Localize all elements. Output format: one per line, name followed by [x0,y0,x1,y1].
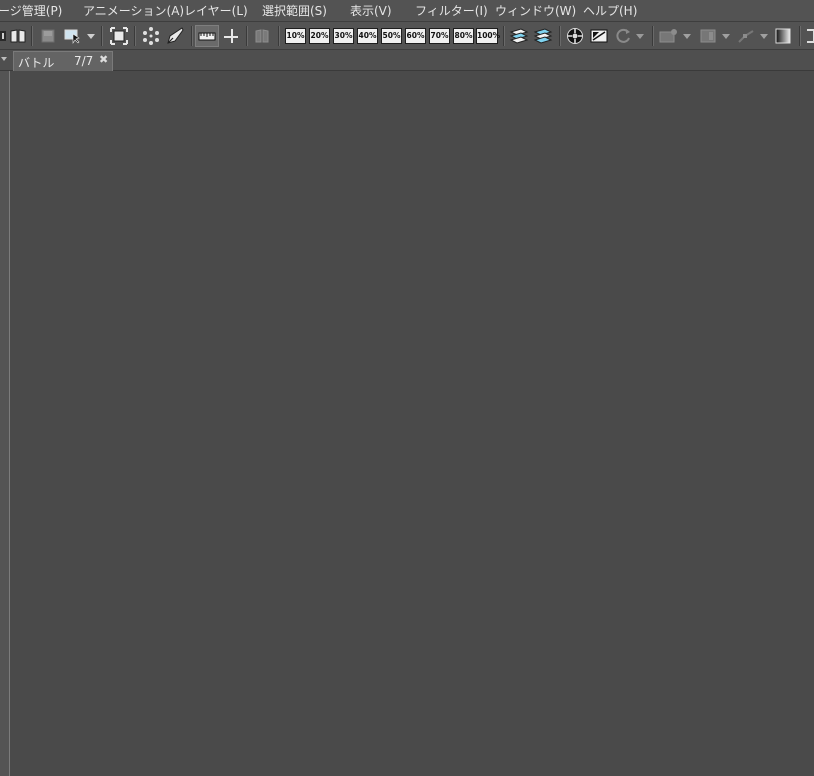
pen-nib-icon[interactable] [164,25,186,47]
menu-page-management[interactable]: ージ管理(P) [0,0,62,22]
document-tab-bar: バトル 7/7 ✖ [0,50,814,71]
menu-help[interactable]: ヘルプ(H) [583,0,637,22]
rotate-dropdown[interactable] [635,25,645,47]
menu-filter[interactable]: フィルター(I) [415,0,488,22]
partial-right-icon[interactable] [804,25,814,47]
grid-corner-icon[interactable] [220,25,242,47]
ruler-toggle-icon[interactable] [195,25,219,47]
menu-layer[interactable]: レイヤー(L) [184,0,248,22]
menu-selection[interactable]: 選択範囲(S) [262,0,327,22]
document-tab-page-count: 7/7 [74,54,94,68]
zoom-30-button[interactable]: 30% [333,28,354,44]
zoom-60-button[interactable]: 60% [405,28,426,44]
close-icon[interactable]: ✖ [99,53,108,66]
menu-window[interactable]: ウィンドウ(W) [495,0,576,22]
material-dropdown[interactable] [682,25,692,47]
menu-animation[interactable]: アニメーション(A) [83,0,184,22]
partial-tool-icon[interactable] [0,25,8,47]
left-panel-edge[interactable] [0,71,10,776]
zoom-10-button[interactable]: 10% [285,28,306,44]
menu-view[interactable]: 表示(V) [350,0,392,22]
rotation-dots-icon[interactable] [140,25,162,47]
zoom-20-button[interactable]: 20% [309,28,330,44]
zoom-80-button[interactable]: 80% [453,28,474,44]
canvas-workspace[interactable] [11,72,814,776]
zoom-40-button[interactable]: 40% [357,28,378,44]
layer-stack-alt-icon[interactable] [532,25,554,47]
material-palette-icon[interactable] [658,25,680,47]
command-bar: 10% 20% 30% 40% 50% 60% 70% 80% 100% [0,22,814,50]
zoom-70-button[interactable]: 70% [429,28,450,44]
document-tab[interactable]: バトル 7/7 ✖ [13,51,113,71]
gradient-panel-icon[interactable] [772,25,794,47]
select-frame-dropdown[interactable] [86,25,96,47]
flip-image-icon[interactable] [588,25,610,47]
select-frame-icon[interactable] [62,25,84,47]
panel-layout-icon[interactable] [697,25,719,47]
book-icon[interactable] [9,25,27,47]
navigator-wheel-icon[interactable] [564,25,586,47]
book-outline-icon[interactable] [252,25,272,47]
fit-to-screen-icon[interactable] [108,25,130,47]
save-icon[interactable] [38,25,58,47]
path-nodes-dropdown[interactable] [759,25,769,47]
document-tab-title: バトル [18,56,55,70]
menu-bar: ージ管理(P) アニメーション(A) レイヤー(L) 選択範囲(S) 表示(V)… [0,0,814,22]
zoom-50-button[interactable]: 50% [381,28,402,44]
panel-layout-dropdown[interactable] [721,25,731,47]
zoom-100-button[interactable]: 100% [476,28,500,44]
layer-stack-icon[interactable] [508,25,530,47]
rotate-reset-icon[interactable] [612,25,634,47]
path-nodes-icon[interactable] [735,25,757,47]
tab-list-dropdown-icon[interactable] [0,56,8,62]
